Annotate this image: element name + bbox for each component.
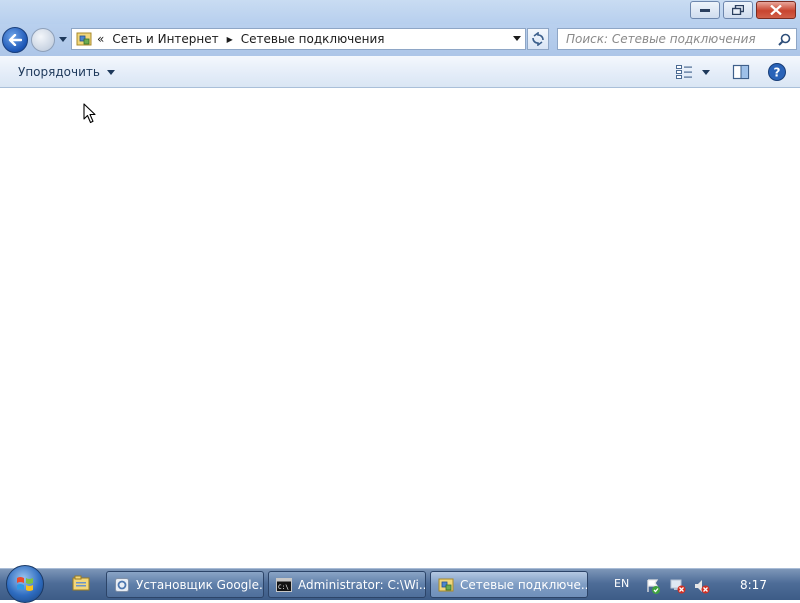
restore-icon	[732, 5, 744, 15]
command-bar: Упорядочить ?	[0, 56, 800, 88]
search-box[interactable]	[557, 28, 797, 50]
help-icon[interactable]: ?	[767, 62, 787, 82]
views-dropdown-icon	[702, 69, 710, 75]
organize-dropdown-icon	[106, 69, 115, 75]
network-status-icon[interactable]	[670, 578, 686, 594]
language-indicator[interactable]: EN	[614, 577, 629, 590]
close-icon	[770, 5, 782, 15]
cmd-icon: C:\	[276, 577, 292, 592]
views-icon	[676, 65, 692, 79]
windows-explorer-quicklaunch-icon[interactable]	[72, 575, 90, 591]
breadcrumb-network-connections[interactable]: Сетевые подключения	[241, 32, 385, 46]
refresh-icon	[532, 32, 544, 46]
address-bar[interactable]: « Сеть и Интернет ▶ Сетевые подключения	[71, 28, 526, 50]
minimize-icon	[700, 9, 710, 12]
refresh-button[interactable]	[527, 28, 549, 50]
breadcrumb-network-internet[interactable]: Сеть и Интернет	[112, 32, 218, 46]
task-network-connections[interactable]: Сетевые подключе...	[430, 571, 588, 598]
windows-logo-icon	[17, 577, 33, 591]
start-button[interactable]	[6, 565, 44, 603]
task-command-prompt[interactable]: C:\ Administrator: C:\Wi...	[268, 571, 426, 598]
navigation-bar: « Сеть и Интернет ▶ Сетевые подключения	[0, 24, 800, 56]
organize-button[interactable]: Упорядочить	[12, 62, 121, 82]
task-label: Установщик Google...	[136, 577, 264, 592]
explorer-window: « Сеть и Интернет ▶ Сетевые подключения …	[0, 0, 800, 568]
back-button[interactable]	[2, 27, 28, 53]
file-list-area[interactable]	[0, 88, 800, 568]
task-label: Administrator: C:\Wi...	[298, 577, 426, 592]
forward-button[interactable]	[31, 28, 55, 52]
task-label: Сетевые подключе...	[460, 577, 588, 592]
breadcrumb-overflow[interactable]: «	[97, 32, 104, 46]
installer-icon	[115, 577, 129, 592]
restore-button[interactable]	[723, 1, 753, 19]
views-button[interactable]	[676, 63, 716, 81]
svg-text:?: ?	[774, 66, 781, 80]
mouse-pointer-icon	[83, 103, 96, 124]
task-installer[interactable]: Установщик Google...	[106, 571, 264, 598]
clock[interactable]: 8:17	[740, 578, 767, 592]
network-folder-icon	[438, 578, 454, 591]
search-icon[interactable]	[778, 33, 791, 46]
caption-buttons	[687, 1, 796, 21]
volume-muted-icon[interactable]	[694, 578, 710, 594]
minimize-button[interactable]	[690, 1, 720, 19]
svg-text:C:\: C:\	[278, 584, 289, 591]
organize-label: Упорядочить	[18, 65, 100, 79]
close-button[interactable]	[756, 1, 796, 19]
back-arrow-icon	[8, 34, 22, 46]
breadcrumb-separator-icon[interactable]: ▶	[227, 35, 233, 44]
address-dropdown-icon[interactable]	[513, 36, 521, 41]
network-folder-icon	[76, 32, 92, 46]
action-center-icon[interactable]	[645, 578, 661, 594]
preview-pane-icon[interactable]	[732, 63, 750, 81]
recent-pages-chevron-icon[interactable]	[58, 36, 68, 44]
title-bar[interactable]	[0, 0, 800, 24]
search-input[interactable]	[564, 31, 778, 47]
taskbar: Установщик Google... C:\ Administrator: …	[0, 565, 800, 603]
